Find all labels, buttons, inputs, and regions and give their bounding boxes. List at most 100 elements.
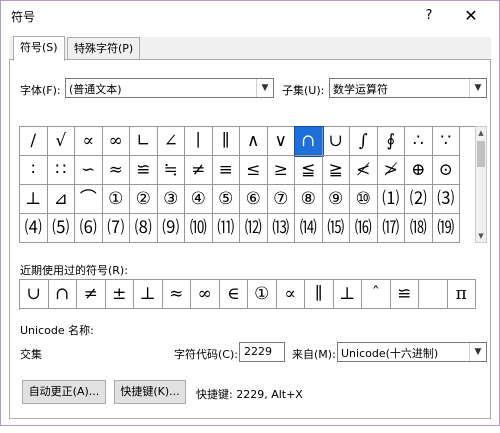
symbol-cell[interactable]: ∟	[130, 127, 158, 156]
symbol-cell[interactable]: ⒂	[322, 214, 350, 243]
symbol-cell[interactable]: ∠	[157, 127, 185, 156]
scroll-up-icon[interactable]: ▲	[476, 127, 486, 139]
symbol-cell[interactable]: ≒	[157, 156, 185, 185]
recent-symbol-cell[interactable]: ∥	[305, 280, 334, 309]
symbol-cell[interactable]: ⑷	[20, 214, 48, 243]
symbol-cell[interactable]: ⊿	[47, 185, 75, 214]
symbol-cell[interactable]: ∶	[20, 156, 48, 185]
symbol-cell[interactable]: ⊙	[432, 156, 460, 185]
symbol-cell[interactable]: ≠	[185, 156, 213, 185]
title-bar: 符号 ? ✕	[1, 1, 499, 31]
recent-symbol-cell[interactable]: ⊥	[333, 280, 362, 309]
recent-symbol-cell[interactable]: ˆ	[362, 280, 391, 309]
symbol-cell[interactable]: ⑩	[350, 185, 378, 214]
symbol-cell[interactable]: ⒅	[405, 214, 433, 243]
recent-symbol-cell[interactable]: ∞	[191, 280, 220, 309]
symbol-cell[interactable]: ∪	[322, 127, 350, 156]
symbol-cell[interactable]: ∞	[102, 127, 130, 156]
symbol-cell[interactable]: ⑼	[157, 214, 185, 243]
tab-symbols[interactable]: 符号(S)	[13, 36, 65, 61]
symbol-cell[interactable]: ⑧	[295, 185, 323, 214]
symbol-cell[interactable]: ⒃	[350, 214, 378, 243]
from-combo[interactable]: Unicode(十六进制) ▼	[337, 342, 487, 362]
symbol-cell[interactable]: ≤	[240, 156, 268, 185]
symbol-cell[interactable]: ⑵	[405, 185, 433, 214]
symbol-cell[interactable]: ∽	[75, 156, 103, 185]
scroll-down-icon[interactable]: ▼	[476, 230, 486, 242]
recent-symbol-cell[interactable]: π	[447, 280, 476, 309]
char-code-input[interactable]: 2229	[239, 342, 285, 362]
symbol-cell[interactable]: ⒁	[295, 214, 323, 243]
symbol-cell[interactable]: √	[47, 127, 75, 156]
symbol-cell[interactable]: ≦	[295, 156, 323, 185]
symbol-cell[interactable]: ④	[185, 185, 213, 214]
symbol-cell[interactable]: ≌	[130, 156, 158, 185]
symbol-cell[interactable]: ∣	[185, 127, 213, 156]
recent-symbol-cell[interactable]	[419, 280, 448, 309]
symbol-cell[interactable]: ⑹	[75, 214, 103, 243]
recent-symbol-cell[interactable]: ①	[248, 280, 277, 309]
symbol-cell[interactable]: ①	[102, 185, 130, 214]
symbol-cell[interactable]: ∥	[212, 127, 240, 156]
symbol-cell[interactable]: ∫	[350, 127, 378, 156]
dialog-body: 符号(S) 特殊字符(P) 字体(F): (普通文本) ▼ 子集(U): 数学运…	[9, 36, 491, 419]
symbol-cell[interactable]: ⑽	[185, 214, 213, 243]
symbol-cell[interactable]: ≮	[350, 156, 378, 185]
shortcut-text: 快捷键: 2229, Alt+X	[196, 388, 303, 401]
recent-symbol-cell[interactable]: ∪	[20, 280, 49, 309]
symbol-cell[interactable]: ②	[130, 185, 158, 214]
symbol-cell[interactable]: ∩	[294, 126, 324, 157]
symbol-cell[interactable]: ≡	[212, 156, 240, 185]
symbol-cell[interactable]: ⒄	[377, 214, 405, 243]
symbol-cell[interactable]: ⒀	[267, 214, 295, 243]
autocorrect-button[interactable]: 自动更正(A)...	[22, 380, 106, 404]
recent-symbol-cell[interactable]: ≈	[162, 280, 191, 309]
symbol-cell[interactable]: ③	[157, 185, 185, 214]
recent-symbol-cell[interactable]: ≌	[390, 280, 419, 309]
recent-symbol-cell[interactable]: ⊥	[134, 280, 163, 309]
symbol-cell[interactable]: ≈	[102, 156, 130, 185]
recent-symbol-cell[interactable]: ±	[105, 280, 134, 309]
symbol-grid-scrollbar[interactable]: ▲ ▼	[475, 126, 487, 243]
chevron-down-icon[interactable]: ▼	[256, 79, 273, 97]
recent-symbol-cell[interactable]: ∩	[48, 280, 77, 309]
close-button[interactable]: ✕	[459, 5, 483, 27]
shortcut-key-button[interactable]: 快捷键(K)...	[114, 380, 186, 404]
help-button[interactable]: ?	[419, 6, 439, 26]
symbol-cell[interactable]: ⑶	[432, 185, 460, 214]
symbol-cell[interactable]: ⑤	[212, 185, 240, 214]
font-combo[interactable]: (普通文本) ▼	[65, 78, 274, 98]
symbol-cell[interactable]: ∵	[432, 127, 460, 156]
symbol-cell[interactable]: ≯	[377, 156, 405, 185]
symbol-cell[interactable]: ⊕	[405, 156, 433, 185]
scrollbar-thumb[interactable]	[477, 141, 485, 167]
symbol-cell[interactable]: ⑾	[212, 214, 240, 243]
symbol-cell[interactable]: ∮	[377, 127, 405, 156]
symbol-cell[interactable]: ≧	[322, 156, 350, 185]
chevron-down-icon[interactable]: ▼	[469, 343, 486, 361]
symbol-cell[interactable]: ⒆	[432, 214, 460, 243]
chevron-down-icon[interactable]: ▼	[469, 79, 486, 97]
symbol-cell[interactable]: ⊥	[20, 185, 48, 214]
symbol-cell[interactable]: ∧	[240, 127, 268, 156]
symbol-cell[interactable]: ⌒	[75, 185, 103, 214]
symbol-cell[interactable]: ∷	[47, 156, 75, 185]
symbol-cell[interactable]: ⑥	[240, 185, 268, 214]
symbol-cell[interactable]: ∝	[75, 127, 103, 156]
symbol-cell[interactable]: ⑺	[102, 214, 130, 243]
symbol-cell[interactable]: ⑿	[240, 214, 268, 243]
symbol-cell[interactable]: ≥	[267, 156, 295, 185]
symbol-cell[interactable]: ∴	[405, 127, 433, 156]
symbol-cell[interactable]: ⑴	[377, 185, 405, 214]
symbol-cell[interactable]: ⑨	[322, 185, 350, 214]
symbol-cell[interactable]: /	[20, 127, 48, 156]
symbol-cell[interactable]: ⑦	[267, 185, 295, 214]
symbol-cell[interactable]: ∨	[267, 127, 295, 156]
recent-symbol-cell[interactable]: ∝	[276, 280, 305, 309]
tab-special-characters[interactable]: 特殊字符(P)	[67, 37, 141, 60]
recent-symbol-cell[interactable]: ≠	[77, 280, 106, 309]
subset-combo[interactable]: 数学运算符 ▼	[329, 78, 487, 98]
symbol-cell[interactable]: ⑸	[47, 214, 75, 243]
recent-symbol-cell[interactable]: ∈	[219, 280, 248, 309]
symbol-cell[interactable]: ⑻	[130, 214, 158, 243]
